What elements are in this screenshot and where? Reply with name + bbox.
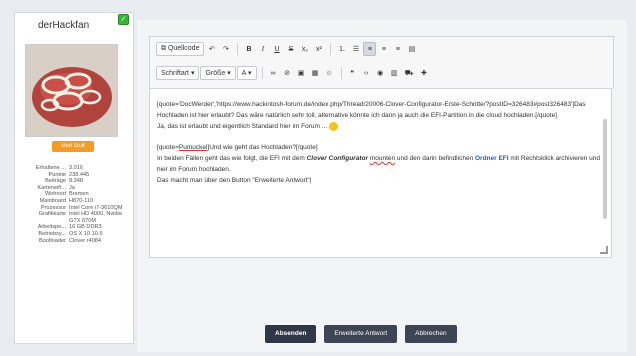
- stat-row: Mainboard H870-110: [39, 197, 94, 204]
- italic-button[interactable]: I: [256, 42, 269, 56]
- toolbar-separator: [237, 43, 239, 55]
- stat-row: Arbeitspe... 16 GB DDR3: [37, 224, 102, 231]
- reply-paragraph-2: In beiden Fällen geht das wie folgt, die…: [157, 155, 600, 173]
- username[interactable]: derHackfan: [38, 20, 89, 31]
- user-mention[interactable]: Pumuckel: [179, 144, 208, 151]
- online-status-icon: ✓: [118, 14, 129, 25]
- ordered-list-button[interactable]: ⒈: [335, 42, 348, 56]
- resize-handle-icon[interactable]: [600, 246, 608, 254]
- text-color-button[interactable]: A ▾: [236, 66, 257, 80]
- avatar-image: [26, 45, 117, 136]
- quote-paragraph-2: [quote=Pumuckel]Und wie geht das Hochlad…: [157, 144, 318, 151]
- quote-paragraph: [quote='DocWerder','https://www.hackinto…: [157, 101, 586, 119]
- tabmenu-icon[interactable]: ▥: [388, 66, 401, 80]
- toolbar-separator: [330, 43, 332, 55]
- subscript-button[interactable]: x₂: [298, 42, 311, 56]
- avatar[interactable]: [25, 44, 118, 137]
- user-stats: Erhaltene ... 3.016 Punkte 238.445 Beiträg…: [18, 165, 130, 244]
- stat-row: Punkte 238.445: [48, 171, 90, 178]
- align-left-button[interactable]: ≡: [363, 42, 377, 56]
- folder-link[interactable]: Ordner EFI: [475, 155, 509, 162]
- align-right-button[interactable]: ≡: [391, 42, 404, 56]
- toolbar-separator: [261, 67, 263, 79]
- form-actions: Absenden Erweiterte Antwort Abbrechen: [265, 325, 465, 343]
- editor-toolbar: ⧉ Quellcode ↶ ↷ B I U Sx₂ x² ⒈ ☰ ≡ ≡ ≡ ▤ Schriftart ▾…: [149, 36, 614, 89]
- toolbar-row-1: ⧉ Quellcode ↶ ↷ B I U Sx₂ x² ⒈ ☰ ≡ ≡ ≡ ▤: [156, 41, 419, 57]
- bold-button[interactable]: B: [242, 42, 255, 56]
- toolbar-row-2: Schriftart ▾ Größe ▾ A ▾ ∞ ⊘ ▣ ▦ ☺ ❝ ‹› ◉ ▥ ⛟ ✚: [156, 65, 431, 81]
- reply-paragraph-3: Das macht man über den Button "Erweitert…: [157, 177, 312, 184]
- source-code-button[interactable]: ⧉ Quellcode: [156, 42, 205, 56]
- smiley-icon: [328, 121, 338, 131]
- font-size-select[interactable]: Größe ▾: [200, 66, 236, 80]
- stat-row: Bootloader Clover r4084: [38, 237, 102, 244]
- spoiler-icon[interactable]: ◉: [374, 66, 387, 80]
- stat-row: Beiträge 8.348: [45, 178, 83, 185]
- code-icon[interactable]: ‹›: [360, 66, 373, 80]
- superscript-button[interactable]: x²: [312, 42, 325, 56]
- reply-paragraph: Ja, das ist erlaubt und eigentlich Stand…: [157, 121, 604, 132]
- unordered-list-button[interactable]: ☰: [349, 42, 362, 56]
- align-justify-button[interactable]: ▤: [405, 42, 418, 56]
- message-textarea[interactable]: [quote='DocWerder','https://www.hackinto…: [149, 88, 612, 258]
- align-center-button[interactable]: ≡: [377, 42, 390, 56]
- stat-row: Grafikkarte Intel HD 4000, Nvidia GTX 670…: [38, 211, 122, 224]
- image-icon[interactable]: ▣: [295, 66, 308, 80]
- user-rank-badge: Mett Stuff: [52, 141, 94, 152]
- editor-scrollbar[interactable]: [603, 119, 607, 219]
- cancel-button[interactable]: Abbrechen: [405, 325, 457, 343]
- stat-row: Wohnort Bremen: [44, 191, 89, 198]
- toolbar-separator: [340, 67, 342, 79]
- stat-row: Betriebsy... OS X 10.10.5: [38, 230, 103, 237]
- stat-row: Karteneiñ... Ja: [37, 184, 75, 191]
- stat-row: Prozessor Intel Core i7-3610QM: [40, 204, 123, 211]
- reply-editor-panel: ⧉ Quellcode ↶ ↷ B I U Sx₂ x² ⒈ ☰ ≡ ≡ ≡ ▤ Schriftart ▾…: [137, 20, 627, 352]
- cart-icon[interactable]: ⛟: [402, 66, 417, 80]
- emoji-icon[interactable]: ☺: [323, 66, 336, 80]
- font-family-select[interactable]: Schriftart ▾: [156, 66, 200, 80]
- submit-button[interactable]: Absenden: [265, 325, 317, 343]
- link-icon[interactable]: ∞: [267, 66, 280, 80]
- table-icon[interactable]: ▦: [309, 66, 322, 80]
- quote-icon[interactable]: ❝: [346, 66, 359, 80]
- underline-button[interactable]: U: [270, 42, 283, 56]
- extended-reply-button[interactable]: Erweiterte Antwort: [324, 325, 398, 343]
- media-icon[interactable]: ✚: [417, 66, 430, 80]
- strikethrough-button[interactable]: S: [284, 42, 297, 56]
- stat-row: Erhaltene ... 3.016: [35, 165, 83, 171]
- redo-button[interactable]: ↷: [219, 42, 232, 56]
- unlink-icon[interactable]: ⊘: [281, 66, 294, 80]
- undo-button[interactable]: ↶: [205, 42, 218, 56]
